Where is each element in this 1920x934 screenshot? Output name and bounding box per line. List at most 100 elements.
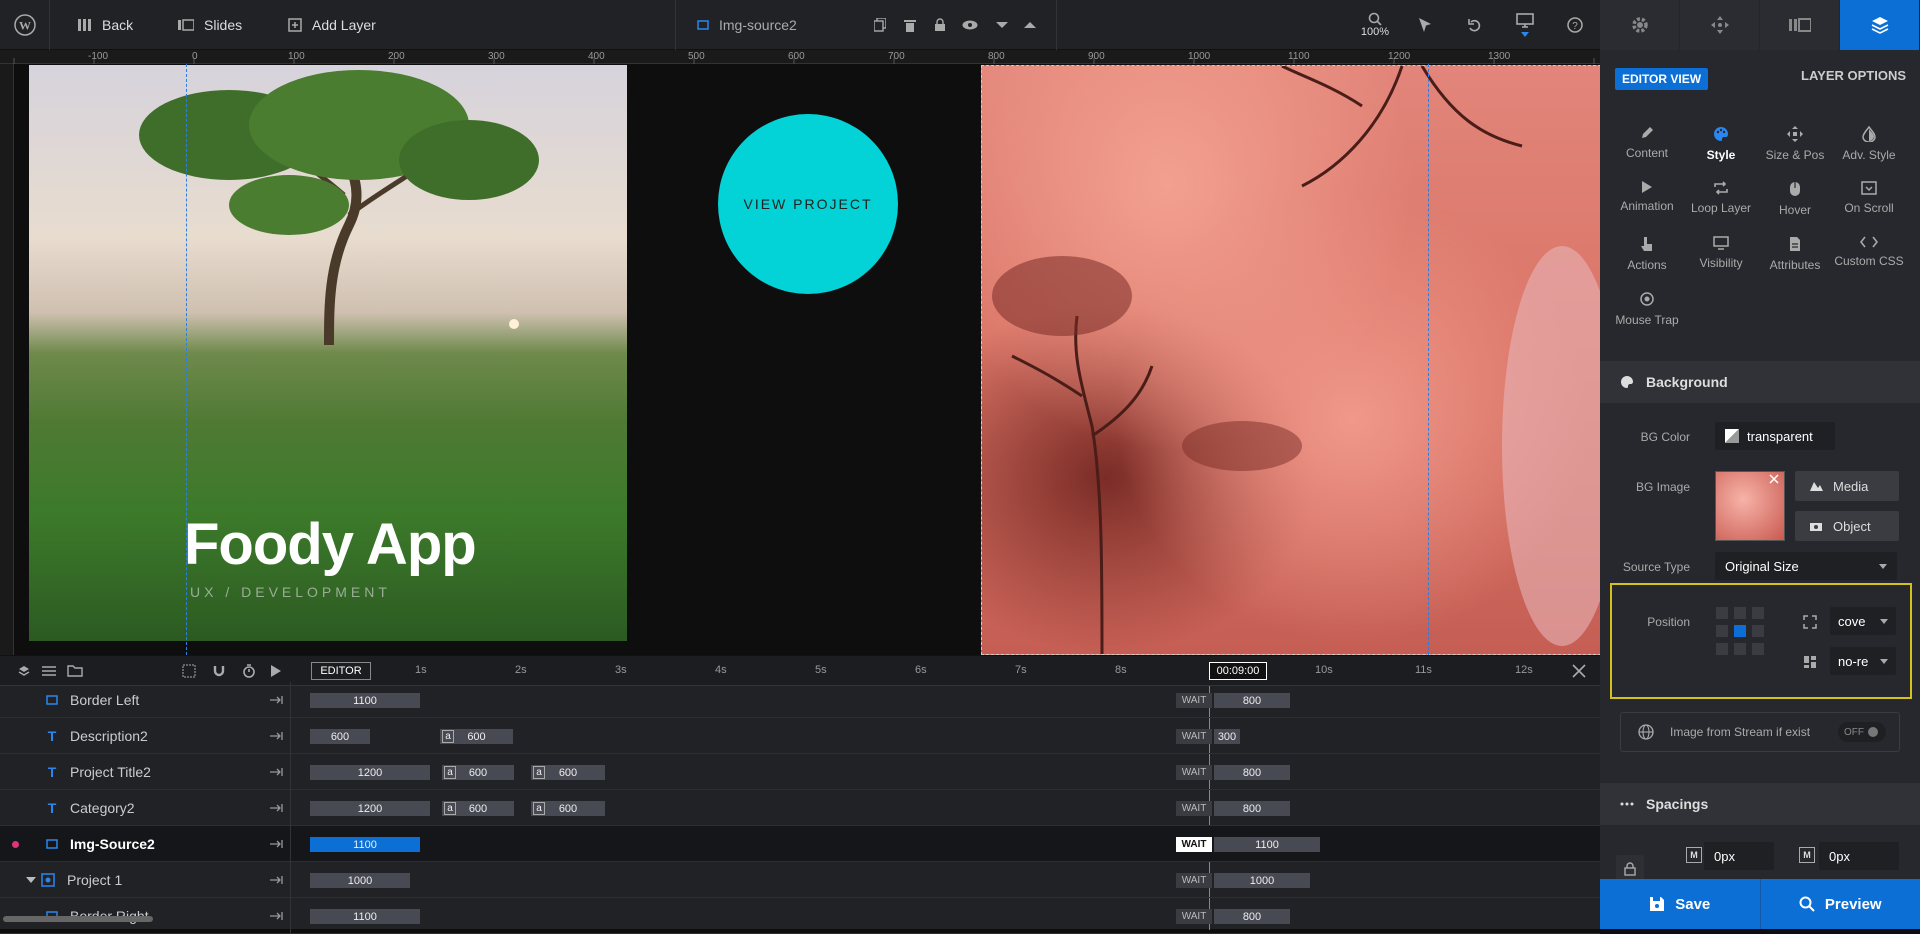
eye-icon[interactable] — [960, 0, 980, 50]
timeline-bar[interactable]: a600 — [440, 729, 513, 744]
timeline-bar[interactable]: 1200 — [310, 765, 430, 780]
position-cell[interactable] — [1752, 607, 1764, 619]
desktop-icon[interactable] — [1513, 0, 1537, 50]
timeline-bar[interactable]: 1100 — [310, 837, 420, 852]
timeline-bar[interactable]: 1200 — [310, 801, 430, 816]
timeline-bar[interactable]: 1100 — [310, 693, 420, 708]
close-icon[interactable] — [1768, 473, 1780, 485]
add-layer-button[interactable]: Add Layer — [288, 0, 376, 50]
attributes-option[interactable]: Attributes — [1758, 232, 1832, 287]
timeline-row-selected[interactable]: Img-Source2 1100 WAIT 1100 — [0, 826, 1600, 862]
timeline-bar[interactable]: 1000 — [310, 873, 410, 888]
canvas-stage[interactable]: VIEW PROJECT Foody App UX / DEVELOPMENT — [14, 64, 1600, 655]
position-cell[interactable] — [1716, 607, 1728, 619]
content-option[interactable]: Content — [1610, 122, 1684, 177]
timeline-scrollbar[interactable] — [3, 916, 153, 922]
mouse-trap-option[interactable]: Mouse Trap — [1610, 287, 1684, 342]
source-type-select[interactable]: Original Size — [1715, 552, 1897, 580]
timeline-bar[interactable]: a600 — [531, 801, 605, 816]
settings-tab[interactable] — [1600, 0, 1680, 50]
collapse-icon[interactable] — [270, 839, 284, 849]
chevron-down-icon[interactable] — [26, 877, 36, 884]
collapse-icon[interactable] — [270, 803, 284, 813]
collapse-icon[interactable] — [270, 767, 284, 777]
position-cell[interactable] — [1752, 625, 1764, 637]
snap-grid-icon[interactable] — [182, 664, 196, 678]
timeline-bar[interactable]: 800 — [1214, 909, 1290, 924]
preview-button[interactable]: Preview — [1761, 879, 1920, 929]
timeline-row[interactable]: TProject Title2 1200 a600 a600 WAIT 800 — [0, 754, 1600, 790]
size-pos-option[interactable]: Size & Pos — [1758, 122, 1832, 177]
media-button[interactable]: Media — [1795, 471, 1899, 501]
lock-icon[interactable] — [932, 0, 948, 50]
clouds-image-layer[interactable] — [981, 65, 1600, 655]
margin-top-input[interactable]: 0px — [1704, 842, 1774, 870]
layers-tab[interactable] — [1840, 0, 1920, 50]
position-cell[interactable] — [1716, 643, 1728, 655]
adv-style-option[interactable]: Adv. Style — [1832, 122, 1906, 177]
actions-option[interactable]: Actions — [1610, 232, 1684, 287]
position-cell[interactable] — [1734, 607, 1746, 619]
position-cell[interactable] — [1716, 625, 1728, 637]
cursor-icon[interactable] — [1415, 0, 1435, 50]
layers-icon[interactable] — [18, 665, 30, 677]
style-option[interactable]: Style — [1684, 122, 1758, 177]
duplicate-icon[interactable] — [872, 0, 888, 50]
timeline-bar[interactable]: a600 — [442, 801, 514, 816]
bg-size-select[interactable]: cove — [1830, 607, 1896, 635]
undo-icon[interactable] — [1465, 0, 1485, 50]
project-title[interactable]: Foody App — [184, 511, 476, 578]
loop-layer-option[interactable]: Loop Layer — [1684, 177, 1758, 232]
timeline-row[interactable]: TCategory2 1200 a600 a600 WAIT 800 — [0, 790, 1600, 826]
list-icon[interactable] — [42, 665, 56, 677]
animation-option[interactable]: Animation — [1610, 177, 1684, 232]
timeline-bar[interactable]: 800 — [1214, 693, 1290, 708]
timeline-bar[interactable]: 1100 — [310, 909, 420, 924]
spacings-section-header[interactable]: Spacings — [1600, 783, 1920, 825]
play-icon[interactable] — [271, 665, 281, 677]
collapse-icon[interactable] — [270, 695, 284, 705]
timeline-bar[interactable]: 800 — [1214, 765, 1290, 780]
timeline-row[interactable]: TDescription2 600 a600 WAIT 300 — [0, 718, 1600, 754]
back-button[interactable]: Back — [78, 0, 133, 50]
timeline-bar[interactable]: 800 — [1214, 801, 1290, 816]
magnet-icon[interactable] — [212, 664, 226, 678]
collapse-icon[interactable] — [270, 731, 284, 741]
collapse-icon[interactable] — [270, 911, 284, 921]
position-cell-selected[interactable] — [1734, 625, 1746, 637]
object-button[interactable]: Object — [1795, 511, 1899, 541]
position-cell[interactable] — [1752, 643, 1764, 655]
visibility-option[interactable]: Visibility — [1684, 232, 1758, 287]
timeline-bar[interactable]: a600 — [531, 765, 605, 780]
slides-tab[interactable] — [1760, 0, 1840, 50]
position-cell[interactable] — [1734, 643, 1746, 655]
timeline-bar[interactable]: 300 — [1214, 729, 1240, 744]
timeline-bar[interactable]: 1100 — [1214, 837, 1320, 852]
folder-icon[interactable] — [67, 665, 83, 677]
timeline-bar[interactable]: 1000 — [1214, 873, 1310, 888]
help-icon[interactable]: ? — [1565, 0, 1585, 50]
timeline-bar[interactable]: a600 — [442, 765, 514, 780]
slides-button[interactable]: Slides — [178, 0, 242, 50]
custom-css-option[interactable]: Custom CSS — [1832, 232, 1906, 287]
collapse-icon[interactable] — [270, 875, 284, 885]
background-section-header[interactable]: Background — [1600, 361, 1920, 403]
trash-icon[interactable] — [902, 0, 918, 50]
move-down-icon[interactable] — [994, 0, 1010, 50]
bg-color-picker[interactable]: transparent — [1715, 422, 1835, 450]
timeline-row[interactable]: Border Left 1100 WAIT 800 — [0, 682, 1600, 718]
hover-option[interactable]: Hover — [1758, 177, 1832, 232]
timeline-bar[interactable]: 600 — [310, 729, 370, 744]
view-project-button[interactable]: VIEW PROJECT — [718, 114, 898, 294]
move-up-icon[interactable] — [1022, 0, 1038, 50]
stopwatch-icon[interactable] — [242, 664, 256, 678]
wordpress-icon[interactable]: W — [0, 0, 50, 50]
navigation-tab[interactable] — [1680, 0, 1760, 50]
zoom-control[interactable]: 100% — [1360, 0, 1390, 50]
on-scroll-option[interactable]: On Scroll — [1832, 177, 1906, 232]
margin-right-input[interactable]: 0px — [1819, 842, 1899, 870]
bg-repeat-select[interactable]: no-re — [1830, 647, 1896, 675]
close-icon[interactable] — [1572, 664, 1586, 678]
save-button[interactable]: Save — [1600, 879, 1761, 929]
project-category[interactable]: UX / DEVELOPMENT — [190, 584, 391, 600]
